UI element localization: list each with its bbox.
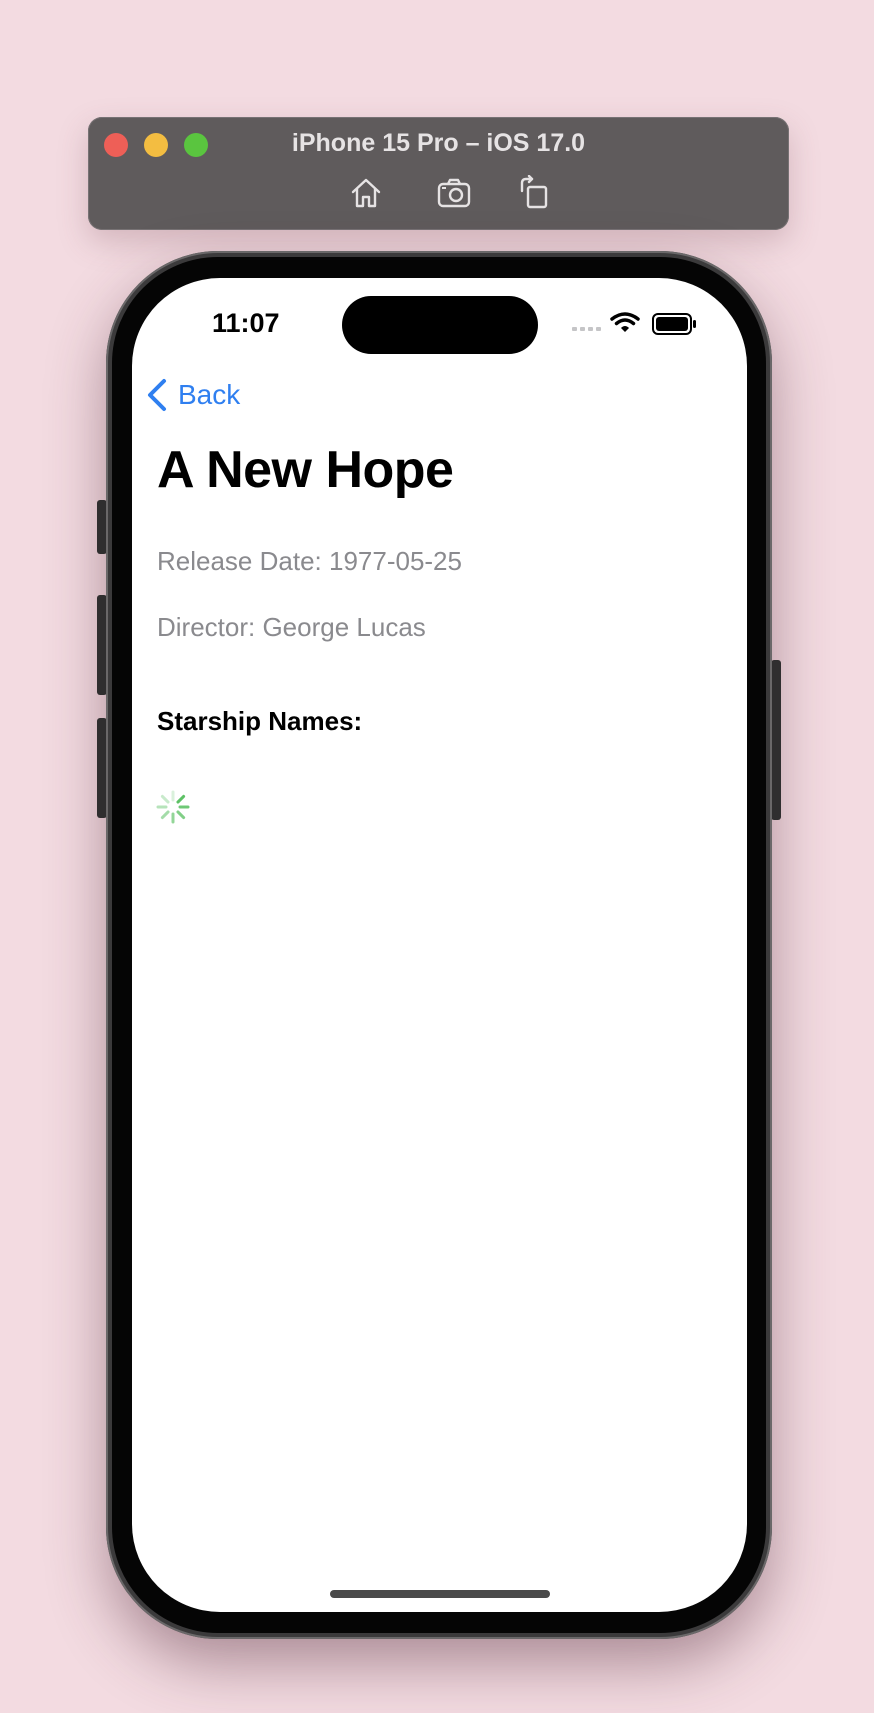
starship-names-heading: Starship Names:	[157, 706, 363, 736]
chevron-left-icon	[148, 379, 166, 411]
loading-spinner-icon	[156, 790, 190, 824]
spinner-spoke	[160, 794, 170, 804]
release-date-text: Release Date: 1977-05-25	[157, 546, 462, 576]
back-label: Back	[178, 379, 241, 410]
home-icon[interactable]	[348, 175, 384, 211]
signal-icon	[572, 327, 601, 331]
back-button[interactable]: Back	[146, 378, 240, 412]
wifi-icon	[610, 312, 640, 332]
simulator-toolbar: iPhone 15 Pro – iOS 17.0	[88, 117, 789, 230]
spinner-spoke	[160, 810, 170, 820]
director-text: Director: George Lucas	[157, 612, 426, 642]
spinner-spoke	[176, 794, 186, 804]
screenshot-icon[interactable]	[436, 175, 472, 211]
dynamic-island	[342, 296, 538, 354]
phone-screen: 11:07 Back A New Hope Release Date: 1977…	[132, 278, 747, 1612]
spinner-spoke	[176, 810, 186, 820]
status-icons	[572, 312, 696, 335]
battery-icon	[652, 313, 696, 335]
simulator-title: iPhone 15 Pro – iOS 17.0	[291, 129, 586, 157]
rotate-icon[interactable]	[516, 175, 552, 211]
power-button[interactable]	[771, 660, 781, 820]
status-time: 11:07	[212, 308, 280, 338]
page-title: A New Hope	[157, 441, 454, 499]
home-indicator[interactable]	[330, 1590, 550, 1598]
